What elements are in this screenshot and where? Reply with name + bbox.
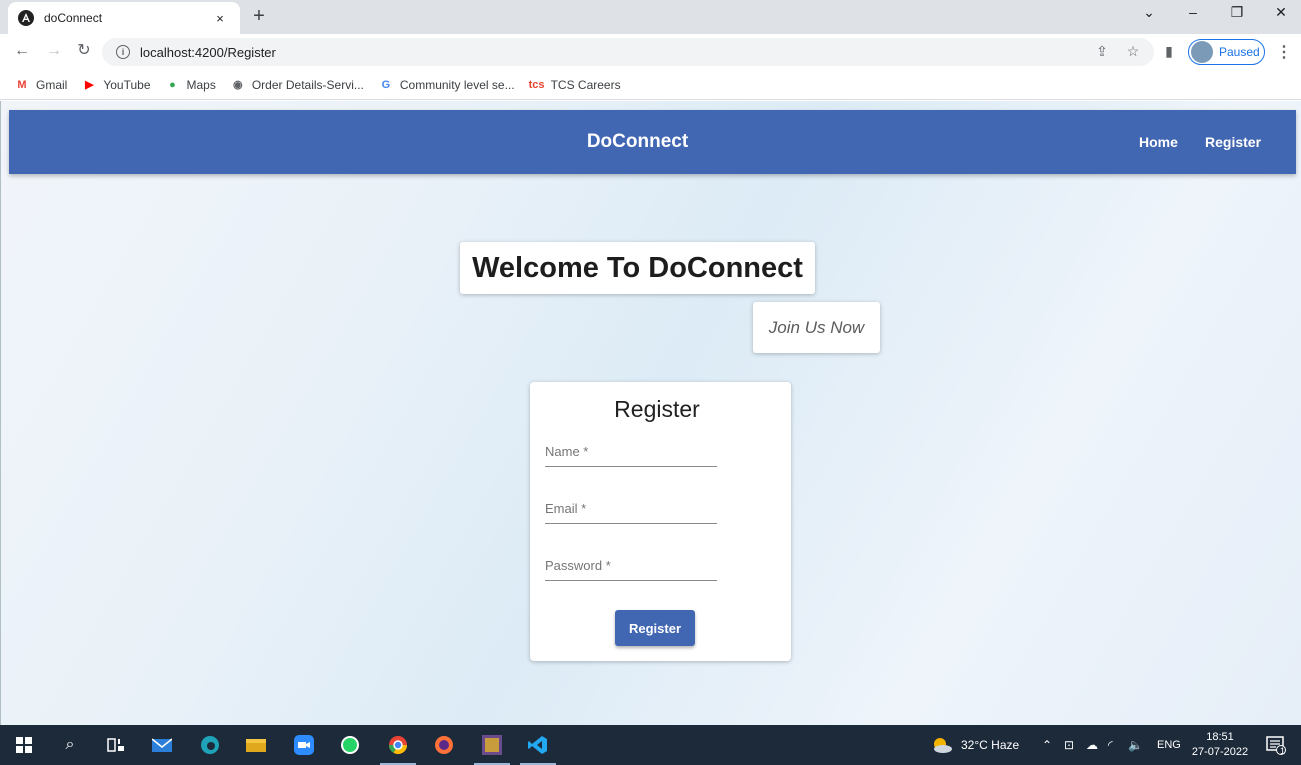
email-input[interactable]: [545, 494, 717, 523]
register-button[interactable]: Register: [615, 610, 695, 646]
taskbar: ⌕ 32°C Haze ⌃ ⊡ ☁ ◜ 🔈 ENG 18:51 27-07-20…: [0, 725, 1301, 765]
side-panel-icon[interactable]: ▮: [1160, 43, 1178, 60]
bookmark-star-icon[interactable]: ☆: [1124, 43, 1142, 60]
profile-button[interactable]: Paused: [1188, 39, 1265, 65]
new-tab-button[interactable]: +: [248, 6, 270, 26]
meet-icon[interactable]: ⊡: [1064, 738, 1074, 752]
url-text: localhost:4200/Register: [140, 44, 276, 60]
bookmark-item[interactable]: M Gmail: [14, 77, 67, 93]
volume-icon[interactable]: 🔈: [1128, 738, 1143, 752]
search-icon[interactable]: ⌕: [58, 733, 82, 757]
bookmarks-bar: M Gmail ▶ YouTube ● Maps ◉ Order Details-Servi.…: [0, 70, 1301, 100]
firefox-icon[interactable]: [432, 733, 456, 757]
mail-icon[interactable]: [150, 733, 174, 757]
password-field-container: [545, 551, 717, 581]
tab-search-icon[interactable]: ⌄: [1134, 4, 1164, 21]
bookmark-label: Gmail: [36, 77, 68, 92]
zoom-icon[interactable]: [292, 733, 316, 757]
close-window-button[interactable]: ✕: [1266, 4, 1296, 21]
app-icon[interactable]: [474, 733, 510, 765]
avatar: [1191, 41, 1213, 63]
bookmark-item[interactable]: ▶ YouTube: [81, 77, 150, 93]
tagline: Join Us Now: [753, 302, 880, 353]
bookmark-label: TCS Careers: [550, 77, 621, 92]
angular-icon: [18, 10, 34, 26]
time-text: 18:51: [1206, 731, 1234, 743]
weather-text[interactable]: 32°C Haze: [961, 738, 1019, 752]
register-card: Register Register: [530, 382, 791, 661]
bookmark-label: YouTube: [103, 77, 151, 92]
tab-strip: doConnect × + ⌄ – ❐ ✕: [0, 0, 1301, 34]
info-icon[interactable]: i: [116, 45, 130, 59]
edge-icon[interactable]: [198, 733, 222, 757]
bookmark-item[interactable]: tcs TCS Careers: [529, 77, 621, 93]
tcs-icon: tcs: [528, 78, 545, 91]
browser-tab[interactable]: doConnect ×: [8, 2, 240, 34]
profile-status: Paused: [1219, 45, 1260, 59]
app-brand[interactable]: DoConnect: [9, 131, 1266, 153]
password-input[interactable]: [545, 551, 717, 580]
google-icon: G: [381, 78, 391, 91]
email-field-container: [545, 494, 717, 524]
bookmark-item[interactable]: ◉ Order Details-Servi...: [230, 77, 364, 93]
tab-close-icon[interactable]: ×: [210, 11, 230, 26]
forward-icon[interactable]: →: [44, 42, 64, 60]
name-field-container: [545, 437, 717, 467]
file-explorer-icon[interactable]: [244, 733, 268, 757]
clock[interactable]: 18:51 27-07-2022: [1188, 730, 1252, 760]
bookmark-label: Maps: [186, 77, 216, 92]
globe-icon: ◉: [233, 79, 243, 91]
reload-icon[interactable]: ↻: [74, 42, 94, 60]
bookmark-item[interactable]: ● Maps: [165, 77, 216, 93]
back-icon[interactable]: ←: [12, 42, 32, 60]
wifi-icon[interactable]: ◜: [1108, 738, 1113, 752]
nav-register-link[interactable]: Register: [1205, 134, 1261, 150]
browser-toolbar: ← → ↻ i localhost:4200/Register ⇪ ☆ ▮ Pa…: [0, 34, 1301, 70]
bookmark-item[interactable]: G Community level se...: [378, 77, 515, 93]
bookmark-label: Community level se...: [399, 77, 515, 92]
vscode-icon[interactable]: [520, 733, 556, 765]
bookmark-label: Order Details-Servi...: [251, 77, 364, 92]
notification-icon[interactable]: 1: [1264, 733, 1288, 757]
youtube-icon: ▶: [85, 79, 94, 91]
tray-chevron-icon[interactable]: ⌃: [1042, 738, 1052, 752]
language-indicator[interactable]: ENG: [1157, 739, 1181, 751]
share-icon[interactable]: ⇪: [1093, 43, 1111, 60]
minimize-button[interactable]: –: [1178, 4, 1208, 20]
app-header: DoConnect Home Register: [9, 110, 1296, 174]
maps-icon: ●: [169, 78, 176, 91]
chrome-icon[interactable]: [380, 733, 416, 765]
date-text: 27-07-2022: [1191, 746, 1249, 758]
page-content: DoConnect Home Register Welcome To DoCon…: [0, 101, 1301, 725]
tab-title: doConnect: [44, 11, 103, 25]
windows-start-icon[interactable]: [12, 733, 36, 757]
name-input[interactable]: [545, 437, 717, 466]
gmail-icon: M: [17, 78, 27, 91]
restore-button[interactable]: ❐: [1222, 4, 1252, 21]
notification-count: 1: [1280, 746, 1286, 756]
task-view-icon[interactable]: [104, 733, 128, 757]
onedrive-icon[interactable]: ☁: [1086, 738, 1098, 752]
register-title: Register: [614, 396, 700, 422]
whatsapp-icon[interactable]: [338, 733, 362, 757]
menu-icon[interactable]: ⋮: [1276, 42, 1292, 62]
address-bar[interactable]: i localhost:4200/Register: [102, 38, 1154, 66]
welcome-heading: Welcome To DoConnect: [460, 242, 815, 294]
weather-icon[interactable]: [930, 733, 954, 757]
nav-home-link[interactable]: Home: [1139, 134, 1178, 150]
